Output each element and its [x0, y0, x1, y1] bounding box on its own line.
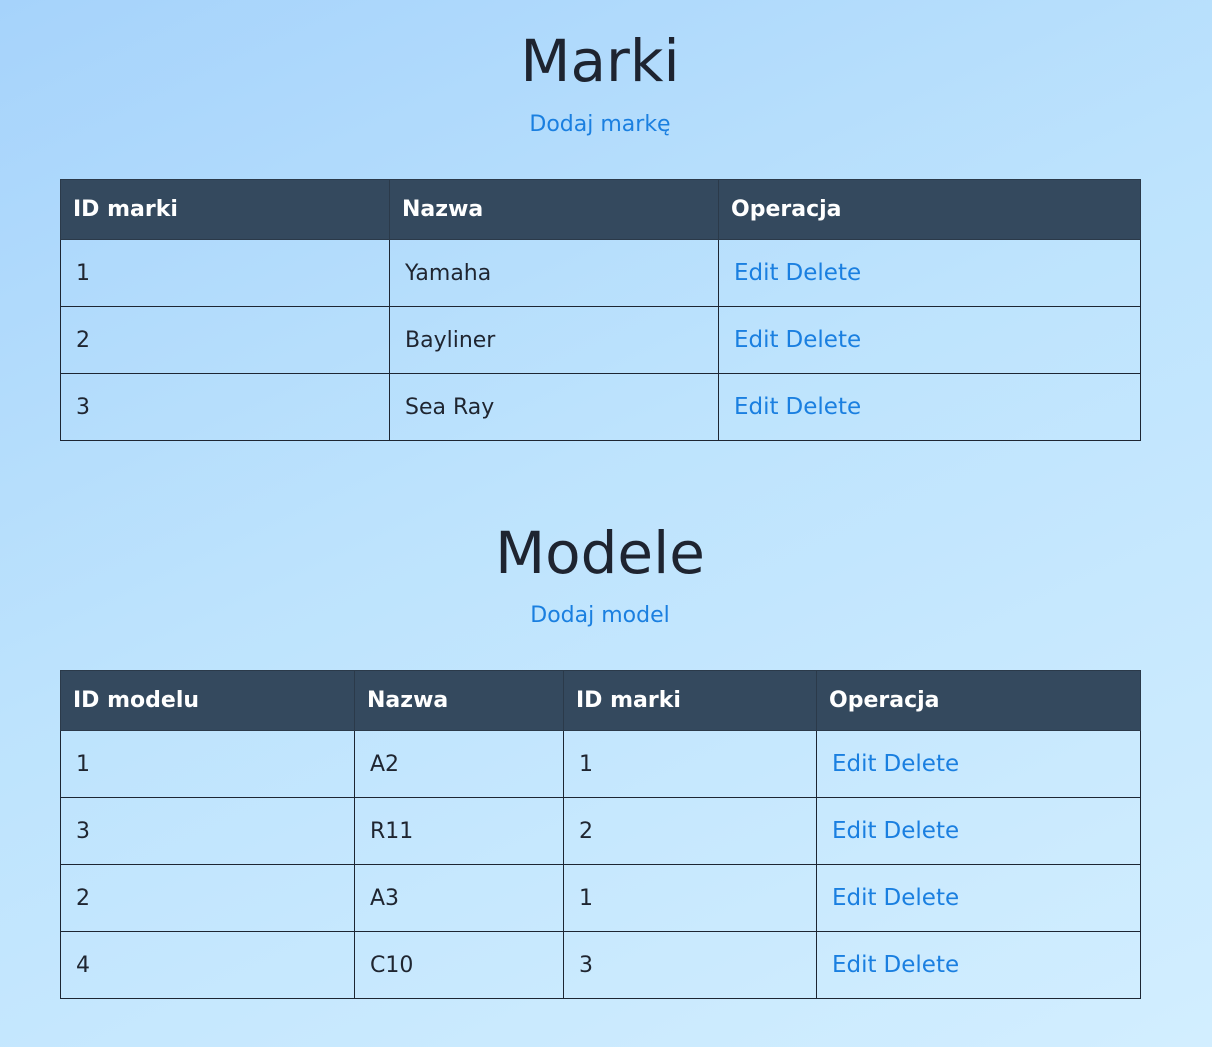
brand-name-cell: Bayliner — [389, 306, 719, 374]
model-id-cell: 2 — [60, 864, 355, 932]
column-header-name: Nazwa — [354, 670, 564, 731]
operation-cell: Edit Delete — [718, 239, 1141, 307]
model-brand-id-cell: 1 — [563, 864, 817, 932]
model-name-cell: A2 — [354, 730, 564, 798]
column-header-operation: Operacja — [816, 670, 1141, 731]
delete-link[interactable]: Delete — [786, 394, 862, 420]
table-row: 1 Yamaha Edit Delete — [60, 239, 1141, 307]
model-name-cell: A3 — [354, 864, 564, 932]
edit-link[interactable]: Edit — [832, 885, 877, 911]
edit-link[interactable]: Edit — [832, 751, 877, 777]
operation-cell: Edit Delete — [816, 931, 1141, 999]
table-row: 1 A2 1 Edit Delete — [60, 730, 1141, 798]
model-brand-id-cell: 1 — [563, 730, 817, 798]
add-brand-link[interactable]: Dodaj markę — [0, 112, 1200, 137]
delete-link[interactable]: Delete — [884, 885, 960, 911]
models-table: ID modelu Nazwa ID marki Operacja 1 A2 1… — [60, 670, 1141, 999]
page: Marki Dodaj markę ID marki Nazwa Operacj… — [0, 0, 1212, 1047]
column-header-name: Nazwa — [389, 179, 719, 240]
model-name-cell: C10 — [354, 931, 564, 999]
table-row: 3 R11 2 Edit Delete — [60, 797, 1141, 865]
brand-id-cell: 1 — [60, 239, 390, 307]
operation-cell: Edit Delete — [816, 730, 1141, 798]
delete-link[interactable]: Delete — [786, 327, 862, 353]
edit-link[interactable]: Edit — [734, 260, 779, 286]
column-header-brand-id: ID marki — [60, 179, 390, 240]
operation-cell: Edit Delete — [718, 373, 1141, 441]
edit-link[interactable]: Edit — [832, 952, 877, 978]
operation-cell: Edit Delete — [816, 797, 1141, 865]
delete-link[interactable]: Delete — [884, 952, 960, 978]
model-brand-id-cell: 3 — [563, 931, 817, 999]
column-header-brand-id: ID marki — [563, 670, 817, 731]
table-row: 4 C10 3 Edit Delete — [60, 931, 1141, 999]
model-id-cell: 4 — [60, 931, 355, 999]
brands-table-header-row: ID marki Nazwa Operacja — [60, 179, 1141, 240]
model-brand-id-cell: 2 — [563, 797, 817, 865]
add-model-link[interactable]: Dodaj model — [0, 603, 1200, 628]
operation-cell: Edit Delete — [816, 864, 1141, 932]
delete-link[interactable]: Delete — [786, 260, 862, 286]
table-row: 3 Sea Ray Edit Delete — [60, 373, 1141, 441]
brand-id-cell: 2 — [60, 306, 390, 374]
brand-name-cell: Sea Ray — [389, 373, 719, 441]
brand-name-cell: Yamaha — [389, 239, 719, 307]
brand-id-cell: 3 — [60, 373, 390, 441]
operation-cell: Edit Delete — [718, 306, 1141, 374]
brands-title: Marki — [520, 27, 680, 95]
edit-link[interactable]: Edit — [734, 394, 779, 420]
column-header-model-id: ID modelu — [60, 670, 355, 731]
edit-link[interactable]: Edit — [832, 818, 877, 844]
table-row: 2 A3 1 Edit Delete — [60, 864, 1141, 932]
model-id-cell: 3 — [60, 797, 355, 865]
models-title: Modele — [495, 519, 705, 587]
model-name-cell: R11 — [354, 797, 564, 865]
brands-table: ID marki Nazwa Operacja 1 Yamaha Edit De… — [60, 179, 1141, 441]
models-table-header-row: ID modelu Nazwa ID marki Operacja — [60, 670, 1141, 731]
delete-link[interactable]: Delete — [884, 751, 960, 777]
edit-link[interactable]: Edit — [734, 327, 779, 353]
delete-link[interactable]: Delete — [884, 818, 960, 844]
model-id-cell: 1 — [60, 730, 355, 798]
column-header-operation: Operacja — [718, 179, 1141, 240]
table-row: 2 Bayliner Edit Delete — [60, 306, 1141, 374]
